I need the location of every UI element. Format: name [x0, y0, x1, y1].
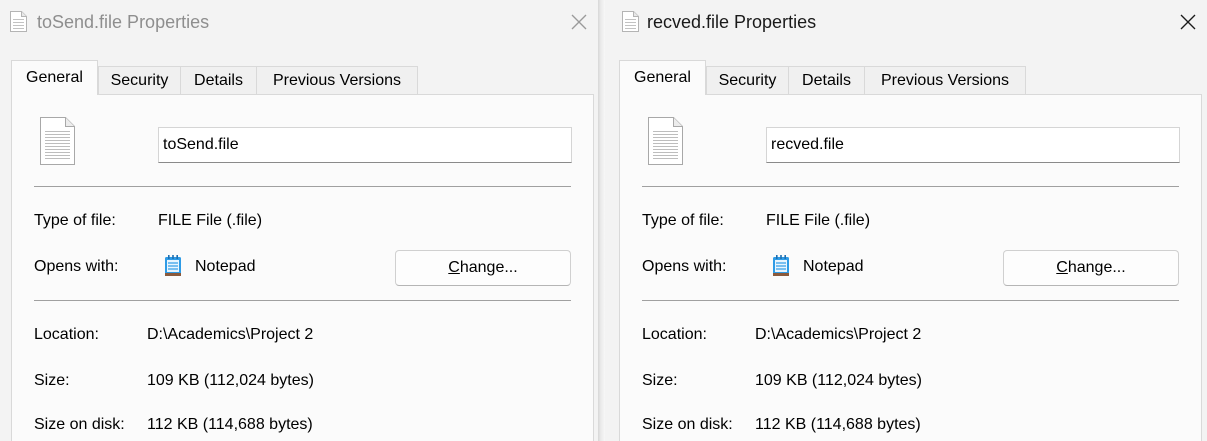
type-of-file-value: FILE File (.file): [158, 212, 263, 229]
opens-with-label: Opens with:: [34, 258, 119, 275]
change-button[interactable]: Change...: [395, 250, 571, 286]
size-on-disk-value: 112 KB (114,688 bytes): [755, 416, 921, 433]
size-value: 109 KB (112,024 bytes): [147, 372, 314, 389]
divider: [34, 186, 571, 187]
close-icon[interactable]: [1175, 9, 1201, 35]
filename-input[interactable]: [158, 127, 572, 163]
generic-file-icon: [648, 117, 683, 165]
tab-previous-versions[interactable]: Previous Versions: [864, 66, 1026, 94]
tab-general[interactable]: General: [11, 60, 98, 95]
title-bar[interactable]: toSend.file Properties: [0, 0, 598, 44]
tab-security[interactable]: Security: [98, 66, 181, 94]
desktop-stage: toSend.file Properties General Security …: [0, 0, 1207, 441]
tab-previous-versions[interactable]: Previous Versions: [256, 66, 418, 94]
opens-with-label: Opens with:: [642, 258, 727, 275]
tab-details[interactable]: Details: [788, 66, 865, 94]
tab-security[interactable]: Security: [706, 66, 789, 94]
window-title: recved.file Properties: [647, 12, 817, 32]
location-label: Location:: [34, 326, 99, 343]
properties-window-recved: recved.file Properties General Security …: [605, 0, 1207, 441]
divider: [642, 300, 1179, 301]
filename-input[interactable]: [766, 127, 1180, 163]
divider: [642, 186, 1179, 187]
tab-details[interactable]: Details: [180, 66, 257, 94]
opens-with-value: Notepad: [803, 258, 864, 275]
type-of-file-label: Type of file:: [34, 212, 116, 229]
close-icon[interactable]: [566, 9, 592, 35]
size-label: Size:: [642, 372, 678, 389]
size-label: Size:: [34, 372, 70, 389]
location-value: D:\Academics\Project 2: [147, 326, 314, 343]
location-value: D:\Academics\Project 2: [755, 326, 922, 343]
properties-window-tosend: toSend.file Properties General Security …: [0, 0, 598, 441]
notepad-icon: [773, 255, 789, 276]
window-gap: [598, 0, 605, 441]
size-value: 109 KB (112,024 bytes): [755, 372, 922, 389]
size-on-disk-value: 112 KB (114,688 bytes): [147, 416, 313, 433]
type-of-file-value: FILE File (.file): [766, 212, 871, 229]
window-title: toSend.file Properties: [37, 12, 210, 32]
document-icon: [10, 11, 27, 32]
title-bar[interactable]: recved.file Properties: [605, 0, 1207, 44]
opens-with-value: Notepad: [195, 258, 256, 275]
divider: [34, 300, 571, 301]
document-icon: [622, 11, 639, 32]
notepad-icon: [165, 255, 181, 276]
change-button[interactable]: Change...: [1003, 250, 1179, 286]
location-label: Location:: [642, 326, 707, 343]
size-on-disk-label: Size on disk:: [642, 416, 733, 433]
tab-general[interactable]: General: [619, 60, 706, 95]
general-panel: Type of file: FILE File (.file) Opens wi…: [11, 94, 594, 441]
generic-file-icon: [40, 117, 75, 165]
general-panel: Type of file: FILE File (.file) Opens wi…: [619, 94, 1202, 441]
type-of-file-label: Type of file:: [642, 212, 724, 229]
size-on-disk-label: Size on disk:: [34, 416, 125, 433]
